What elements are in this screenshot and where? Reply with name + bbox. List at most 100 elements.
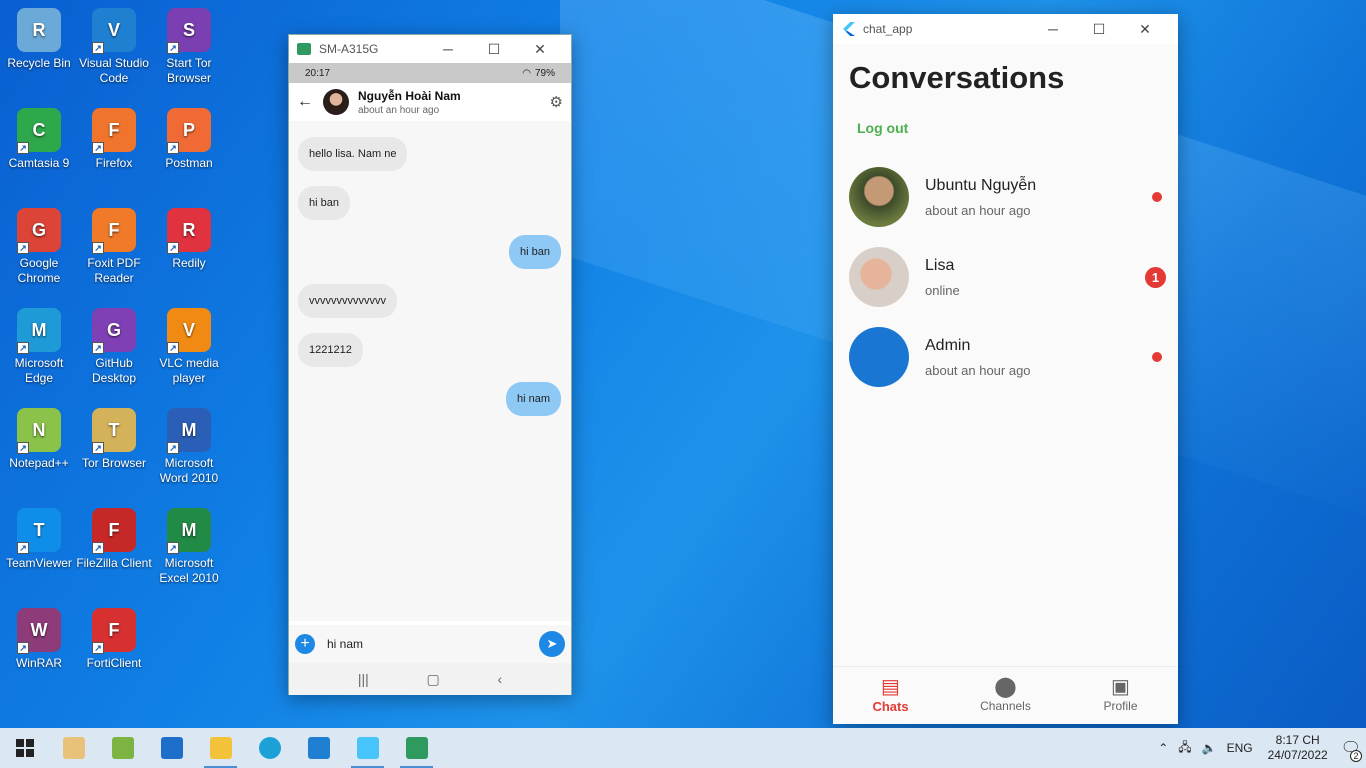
taskbar-flutter-icon[interactable] bbox=[343, 728, 392, 768]
chat-app-window[interactable]: chat_app ─ ☐ ✕ Conversations Log out Ubu… bbox=[833, 14, 1178, 724]
bottom-navigation: ▤ Chats ⬤ Channels ▣ Profile bbox=[833, 666, 1178, 724]
conversation-item[interactable]: Ubuntu Nguyễn about an hour ago bbox=[833, 157, 1178, 237]
add-attachment-button[interactable]: + bbox=[295, 634, 315, 654]
start-button[interactable] bbox=[0, 728, 49, 768]
desktop-icon-microsoft-excel-2010[interactable]: M ↗ Microsoft Excel 2010 bbox=[150, 508, 228, 586]
clock-time: 8:17 CH bbox=[1275, 733, 1320, 747]
conversation-item[interactable]: Lisa online 1 bbox=[833, 237, 1178, 317]
conversation-name: Admin bbox=[925, 336, 971, 354]
taskbar-scrcpy-icon[interactable] bbox=[392, 728, 441, 768]
nav-channels[interactable]: ⬤ Channels bbox=[948, 667, 1063, 724]
desktop-icon-microsoft-edge[interactable]: M ↗ Microsoft Edge bbox=[0, 308, 78, 386]
taskbar-vscode-icon[interactable] bbox=[294, 728, 343, 768]
app-window-titlebar[interactable]: chat_app ─ ☐ ✕ bbox=[833, 14, 1178, 44]
desktop-icon-recycle-bin[interactable]: R Recycle Bin bbox=[0, 8, 78, 71]
clock[interactable]: 8:17 CH 24/07/2022 bbox=[1268, 733, 1328, 763]
desktop-icon-notepad-[interactable]: N ↗ Notepad++ bbox=[0, 408, 78, 471]
close-icon[interactable]: ✕ bbox=[517, 41, 563, 58]
outgoing-message[interactable]: hi nam bbox=[505, 382, 561, 416]
shortcut-arrow-icon: ↗ bbox=[92, 42, 104, 54]
close-icon[interactable]: ✕ bbox=[1122, 21, 1168, 38]
desktop-icon-postman[interactable]: P ↗ Postman bbox=[150, 108, 228, 171]
maximize-icon[interactable]: ☐ bbox=[471, 41, 517, 58]
conversation-status: about an hour ago bbox=[925, 202, 1031, 218]
outgoing-message[interactable]: hi ban bbox=[509, 235, 561, 269]
desktop-icon-camtasia-9[interactable]: C ↗ Camtasia 9 bbox=[0, 108, 78, 171]
phone-mirror-window[interactable]: SM-A315G ─ ☐ ✕ 20:17 ◠ 79% ← Nguyễn Hoài… bbox=[288, 34, 572, 695]
shortcut-arrow-icon: ↗ bbox=[17, 642, 29, 654]
desktop-icon-microsoft-word-2010[interactable]: M ↗ Microsoft Word 2010 bbox=[150, 408, 228, 486]
shortcut-arrow-icon: ↗ bbox=[17, 242, 29, 254]
chat-header: ← Nguyễn Hoài Nam about an hour ago ⚙ bbox=[289, 83, 571, 121]
taskbar-notepad-icon[interactable] bbox=[98, 728, 147, 768]
shortcut-arrow-icon: ↗ bbox=[167, 142, 179, 154]
camtasia-9-icon: C ↗ bbox=[17, 108, 61, 154]
network-icon[interactable]: 🖧 bbox=[1178, 738, 1191, 759]
desktop-icon-label: Tor Browser bbox=[81, 456, 146, 470]
desktop-icon-teamviewer[interactable]: T ↗ TeamViewer bbox=[0, 508, 78, 571]
desktop-icon-start-tor-browser[interactable]: S ↗ Start Tor Browser bbox=[150, 8, 228, 86]
gear-icon[interactable]: ⚙ bbox=[550, 93, 563, 111]
desktop-icon-foxit-pdf-reader[interactable]: F ↗ Foxit PDF Reader bbox=[75, 208, 153, 286]
status-dot bbox=[1152, 352, 1162, 362]
minimize-icon[interactable]: ─ bbox=[425, 41, 471, 57]
message-input[interactable]: hi nam bbox=[327, 637, 539, 651]
conversation-item[interactable]: Admin about an hour ago bbox=[833, 317, 1178, 397]
back-icon[interactable]: ‹ bbox=[497, 671, 502, 687]
desktop-icon-firefox[interactable]: F ↗ Firefox bbox=[75, 108, 153, 171]
volume-icon[interactable]: 🔈 bbox=[1202, 741, 1217, 755]
teamviewer-icon: T ↗ bbox=[17, 508, 61, 554]
incoming-message[interactable]: hi ban bbox=[298, 186, 350, 220]
shortcut-arrow-icon: ↗ bbox=[92, 142, 104, 154]
shortcut-arrow-icon: ↗ bbox=[92, 542, 104, 554]
desktop-icon-forticlient[interactable]: F ↗ FortiClient bbox=[75, 608, 153, 671]
send-button[interactable]: ➤ bbox=[539, 631, 565, 657]
desktop-icon-github-desktop[interactable]: G ↗ GitHub Desktop bbox=[75, 308, 153, 386]
redily-icon: R ↗ bbox=[167, 208, 211, 254]
nav-profile[interactable]: ▣ Profile bbox=[1063, 667, 1178, 724]
minimize-icon[interactable]: ─ bbox=[1030, 21, 1076, 37]
message-list[interactable]: hello lisa. Nam ne hi ban hi ban vvvvvvvvvv… bbox=[289, 121, 571, 621]
profile-icon: ▣ bbox=[1111, 676, 1130, 698]
desktop-icon-redily[interactable]: R ↗ Redily bbox=[150, 208, 228, 271]
desktop-icon-winrar[interactable]: W ↗ WinRAR bbox=[0, 608, 78, 671]
taskbar-paint-icon[interactable] bbox=[49, 728, 98, 768]
desktop-icon-label: Camtasia 9 bbox=[8, 156, 70, 170]
desktop-icon-tor-browser[interactable]: T ↗ Tor Browser bbox=[75, 408, 153, 471]
microsoft-edge-icon: M ↗ bbox=[17, 308, 61, 354]
incoming-message[interactable]: vvvvvvvvvvvvvv bbox=[298, 284, 397, 318]
incoming-message[interactable]: hello lisa. Nam ne bbox=[298, 137, 408, 171]
google-chrome-icon: G ↗ bbox=[17, 208, 61, 254]
incoming-message[interactable]: 1221212 bbox=[298, 333, 363, 367]
home-icon[interactable]: ▢ bbox=[427, 671, 440, 688]
notification-center-icon[interactable]: 🗨 2 bbox=[1341, 738, 1362, 762]
nav-label: Profile bbox=[1103, 699, 1138, 713]
microsoft-word-2010-icon: M ↗ bbox=[167, 408, 211, 454]
maximize-icon[interactable]: ☐ bbox=[1076, 21, 1122, 38]
desktop-icon-label: Notepad++ bbox=[9, 456, 69, 470]
nav-chats[interactable]: ▤ Chats bbox=[833, 667, 948, 724]
shortcut-arrow-icon: ↗ bbox=[167, 442, 179, 454]
phone-window-titlebar[interactable]: SM-A315G ─ ☐ ✕ bbox=[289, 35, 571, 63]
logout-button[interactable]: Log out bbox=[857, 120, 1178, 136]
phone-status-bar: 20:17 ◠ 79% bbox=[289, 63, 571, 83]
chevron-up-icon[interactable]: ⌃ bbox=[1158, 741, 1168, 755]
taskbar-mail-icon[interactable] bbox=[147, 728, 196, 768]
status-dot bbox=[1152, 192, 1162, 202]
desktop-icon-filezilla-client[interactable]: F ↗ FileZilla Client bbox=[75, 508, 153, 571]
back-arrow-icon[interactable]: ← bbox=[297, 93, 323, 111]
clock-date: 24/07/2022 bbox=[1267, 748, 1328, 762]
channels-icon: ⬤ bbox=[994, 676, 1017, 698]
shortcut-arrow-icon: ↗ bbox=[92, 642, 104, 654]
desktop-icon-visual-studio-code[interactable]: V ↗ Visual Studio Code bbox=[75, 8, 153, 86]
contact-status: about an hour ago bbox=[358, 104, 440, 116]
avatar bbox=[849, 327, 909, 387]
nav-label: Channels bbox=[980, 699, 1031, 713]
desktop-icon-vlc-media-player[interactable]: V ↗ VLC media player bbox=[150, 308, 228, 386]
desktop-icon-label: Microsoft Edge bbox=[14, 356, 64, 385]
taskbar-edge-icon[interactable] bbox=[245, 728, 294, 768]
desktop-icon-google-chrome[interactable]: G ↗ Google Chrome bbox=[0, 208, 78, 286]
language-indicator[interactable]: ENG bbox=[1227, 741, 1253, 755]
taskbar-explorer-icon[interactable] bbox=[196, 728, 245, 768]
recents-icon[interactable]: ||| bbox=[358, 671, 369, 687]
